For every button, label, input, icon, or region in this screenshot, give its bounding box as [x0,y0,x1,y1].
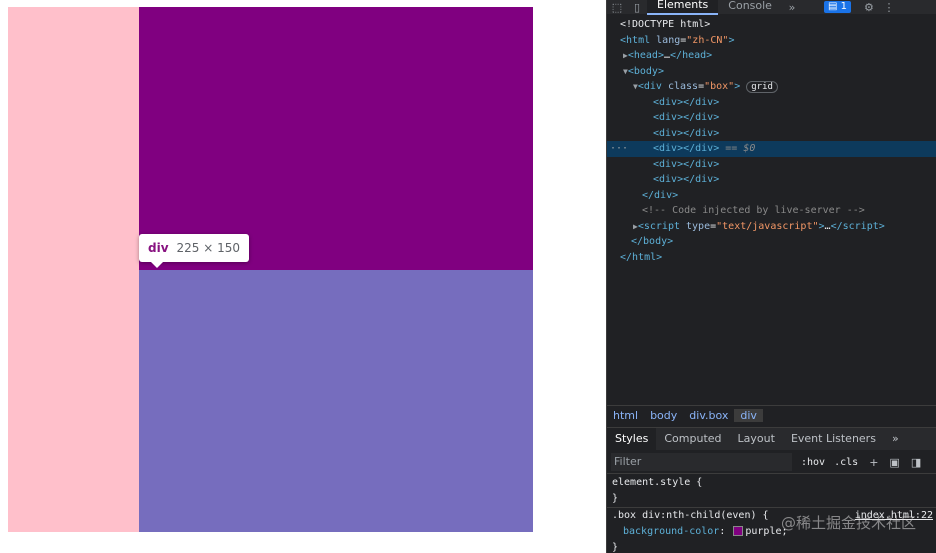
tab-console[interactable]: Console [718,0,782,14]
dom-close-html[interactable]: </html> [607,250,936,266]
tab-elements[interactable]: Elements [647,0,719,15]
dom-html[interactable]: <html lang="zh-CN"> [607,33,936,49]
dom-head[interactable]: ▶<head>…</head> [607,48,936,64]
dom-child-div[interactable]: <div></div> [607,95,936,111]
ellipsis-icon[interactable]: ··· [610,141,628,157]
breadcrumb-div[interactable]: div [734,408,763,422]
tooltip-arrow [151,262,163,268]
breadcrumb-html[interactable]: html [607,409,644,422]
devtools-panel: ⬚ ▯ Elements Console » ▤ 1 ⚙ ⋮ <!DOCTYPE… [606,0,936,553]
grid-cell-purple[interactable] [139,7,533,270]
color-swatch[interactable] [733,526,744,536]
breadcrumb-body[interactable]: body [644,409,683,422]
settings-gear-icon[interactable]: ⚙ [859,1,879,14]
rule-close: } [612,542,619,553]
page-viewport: div 225 × 150 [0,0,606,553]
more-tabs-icon[interactable]: » [782,1,802,14]
hov-toggle[interactable]: :hov [801,457,825,468]
grid-badge[interactable]: grid [746,81,778,93]
dom-child-div[interactable]: <div></div> [607,157,936,173]
dom-doctype[interactable]: <!DOCTYPE html> [607,17,936,33]
tab-computed[interactable]: Computed [656,428,729,450]
dom-child-div-selected[interactable]: ··· <div></div> == $0 [607,141,936,157]
device-toolbar-icon[interactable]: ▯ [627,1,647,14]
cls-toggle[interactable]: .cls [834,457,858,468]
tooltip-tag-name: div [148,241,169,255]
dom-close-div[interactable]: </div> [607,188,936,204]
new-rule-plus-icon[interactable]: + [869,456,878,469]
filter-input[interactable]: Filter [611,453,792,471]
breadcrumb-div-box[interactable]: div.box [683,409,734,422]
watermark: @稀土掘金技术社区 [780,514,916,532]
tab-event-listeners[interactable]: Event Listeners [783,428,884,450]
dom-script[interactable]: ▶<script type="text/javascript">…</scrip… [607,219,936,235]
dom-box-div[interactable]: ▼<div class="box"> grid [607,79,936,95]
dom-close-body[interactable]: </body> [607,234,936,250]
styles-subtabs: Styles Computed Layout Event Listeners » [607,427,936,450]
tooltip-dimensions: 225 × 150 [176,241,241,255]
inspect-element-icon[interactable]: ⬚ [607,1,627,14]
dom-child-div[interactable]: <div></div> [607,110,936,126]
dom-child-div[interactable]: <div></div> [607,172,936,188]
grid-cell-lavender-highlighted[interactable] [139,270,533,532]
dom-child-div[interactable]: <div></div> [607,126,936,142]
issues-count: 1 [840,1,847,12]
grid-cell-pink[interactable] [8,7,139,532]
inspect-tooltip: div 225 × 150 [139,234,250,268]
dom-comment[interactable]: <!-- Code injected by live-server --> [607,203,936,219]
more-subtabs-icon[interactable]: » [884,428,907,450]
dom-tree: <!DOCTYPE html> <html lang="zh-CN"> ▶<he… [607,17,936,265]
element-style-rule[interactable]: element.style { [607,475,936,491]
paint-icon[interactable]: ▣ [889,456,899,469]
toggle-sidebar-icon[interactable]: ◨ [911,456,921,469]
dom-body[interactable]: ▼<body> [607,64,936,80]
styles-filter-bar: Filter :hov .cls + ▣ ◨ [607,451,936,474]
tab-styles[interactable]: Styles [607,428,657,450]
breadcrumb: html body div.box div [607,405,936,424]
element-style-close: } [612,493,619,504]
issues-badge[interactable]: ▤ 1 [823,1,851,13]
more-options-icon[interactable]: ⋮ [879,1,899,14]
devtools-tabbar: ⬚ ▯ Elements Console » ▤ 1 ⚙ ⋮ [607,0,936,15]
tab-layout[interactable]: Layout [730,428,783,450]
